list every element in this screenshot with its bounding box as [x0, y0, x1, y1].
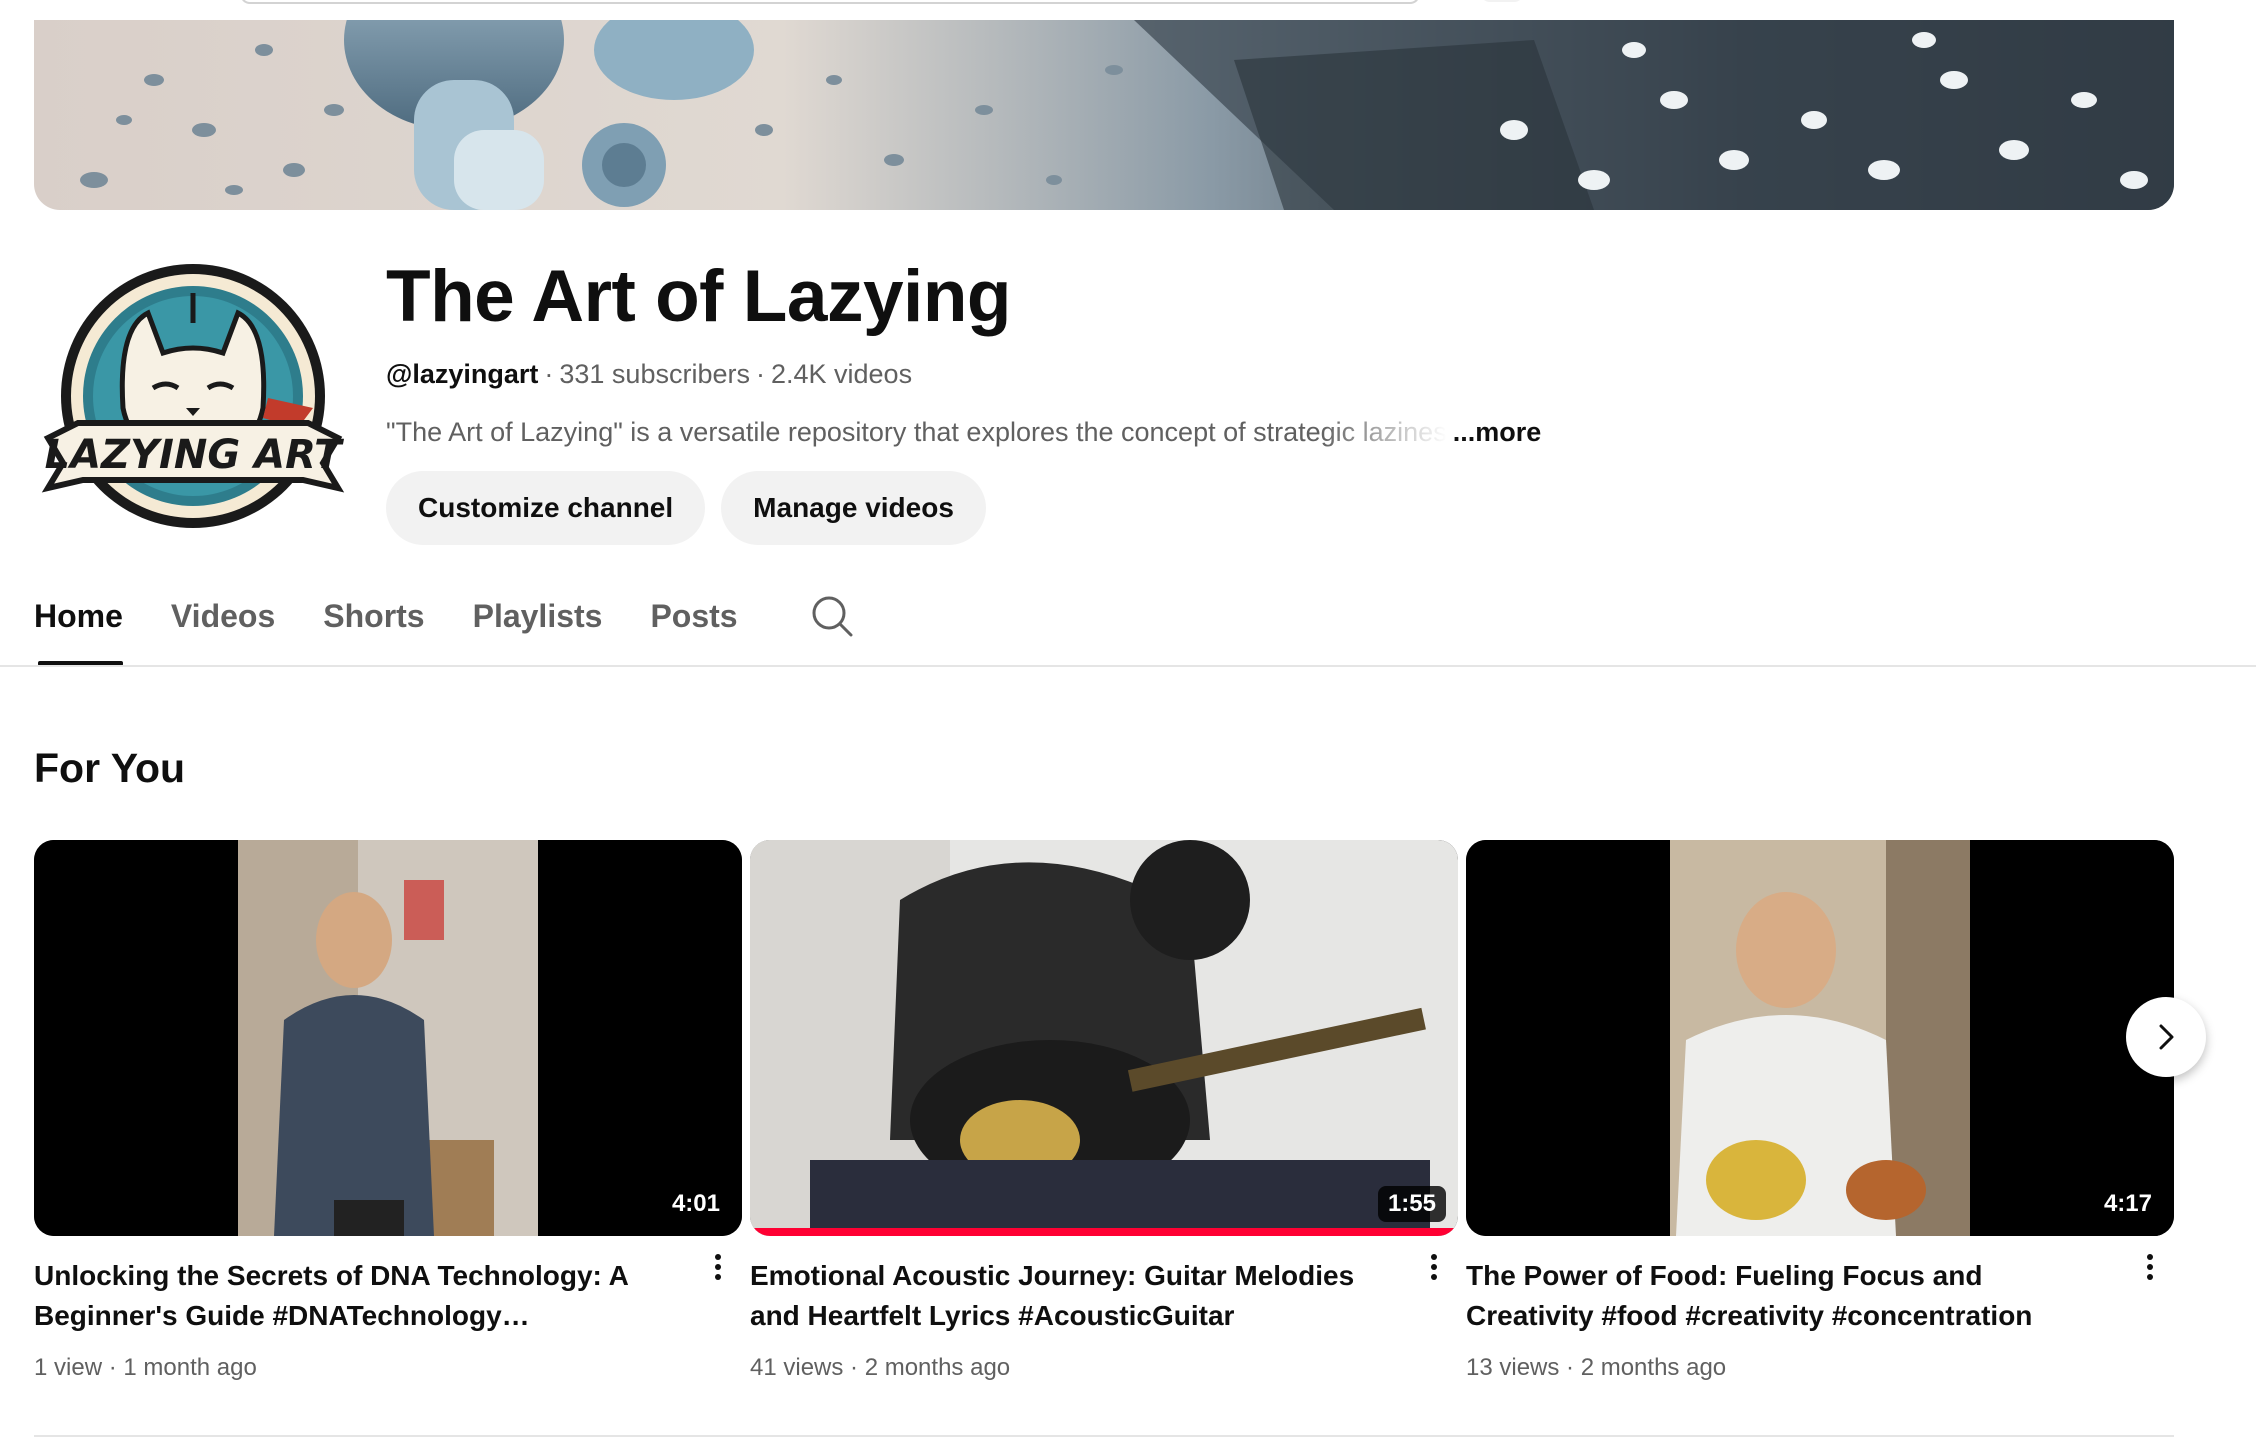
video-duration: 1:55: [1377, 1186, 1446, 1222]
channel-description: "The Art of Lazying" is a versatile repo…: [386, 417, 1447, 447]
video-meta: 1 view · 1 month ago: [34, 1354, 257, 1381]
channel-actions: Customize channel Manage videos: [386, 471, 1786, 545]
tabs-divider: [0, 665, 2256, 667]
customize-channel-button[interactable]: Customize channel: [386, 471, 706, 545]
more-vert-icon[interactable]: [708, 1250, 728, 1290]
section-divider: [34, 1435, 2174, 1437]
upload-age: 1 month ago: [123, 1354, 257, 1381]
video-thumbnail[interactable]: 1:55: [750, 840, 1458, 1236]
watch-progress-bar: [750, 1228, 1458, 1236]
more-vert-icon[interactable]: [2140, 1250, 2160, 1290]
channel-avatar[interactable]: LAZYING ART: [38, 258, 348, 540]
video-count: 2.4K videos: [770, 359, 913, 389]
channel-description-row[interactable]: "The Art of Lazying" is a versatile repo…: [386, 415, 1786, 449]
channel-title: The Art of Lazying: [386, 256, 1012, 337]
video-title[interactable]: The Power of Food: Fueling Focus and Cre…: [1466, 1256, 2106, 1336]
manage-videos-button[interactable]: Manage videos: [721, 471, 986, 545]
upload-age: 2 months ago: [1580, 1354, 1727, 1381]
carousel-next-button[interactable]: [2126, 997, 2206, 1077]
chevron-right-icon: [2159, 1024, 2174, 1050]
view-count: 41 views: [750, 1354, 844, 1381]
video-card[interactable]: 4:17 The Power of Food: Fueling Focus an…: [1466, 840, 2174, 1384]
tab-shorts[interactable]: Shorts: [323, 580, 424, 666]
channel-meta: @lazyingart · 331 subscribers · 2.4K videos: [386, 359, 913, 389]
upload-age: 2 months ago: [864, 1354, 1011, 1381]
section-title: For You: [34, 745, 186, 791]
avatar-wordmark: LAZYING ART: [45, 432, 344, 478]
channel-handle[interactable]: @lazyingart: [386, 359, 538, 389]
channel-banner: [34, 20, 2174, 210]
more-vert-icon[interactable]: [1424, 1250, 1444, 1290]
video-meta: 41 views · 2 months ago: [750, 1354, 1011, 1381]
channel-tabs: Home Videos Shorts Playlists Posts: [34, 580, 854, 666]
tab-videos[interactable]: Videos: [171, 580, 275, 666]
search-bar-edge: [240, 0, 1420, 4]
tab-playlists[interactable]: Playlists: [473, 580, 603, 666]
view-count: 1 view: [34, 1354, 103, 1381]
video-duration: 4:17: [2093, 1186, 2162, 1222]
video-duration: 4:01: [661, 1186, 730, 1222]
subscriber-count: 331 subscribers: [559, 359, 750, 389]
tab-posts[interactable]: Posts: [650, 580, 737, 666]
video-shelf: 4:01 Unlocking the Secrets of DNA Techno…: [34, 840, 2174, 1400]
header-button-edge: [1480, 0, 1524, 2]
channel-header: The Art of Lazying @lazyingart · 331 subsc…: [386, 255, 1786, 545]
video-title[interactable]: Emotional Acoustic Journey: Guitar Melod…: [750, 1256, 1390, 1336]
tab-home[interactable]: Home: [34, 580, 123, 666]
video-card[interactable]: 1:55 Emotional Acoustic Journey: Guitar …: [750, 840, 1458, 1384]
video-meta: 13 views · 2 months ago: [1466, 1354, 1727, 1381]
video-thumbnail[interactable]: 4:17: [1466, 840, 2174, 1236]
video-title[interactable]: Unlocking the Secrets of DNA Technology:…: [34, 1256, 674, 1336]
video-thumbnail[interactable]: 4:01: [34, 840, 742, 1236]
video-card[interactable]: 4:01 Unlocking the Secrets of DNA Techno…: [34, 840, 742, 1384]
search-icon[interactable]: [810, 594, 854, 638]
view-count: 13 views: [1466, 1354, 1560, 1381]
more-link[interactable]: ...more: [1453, 415, 1542, 449]
